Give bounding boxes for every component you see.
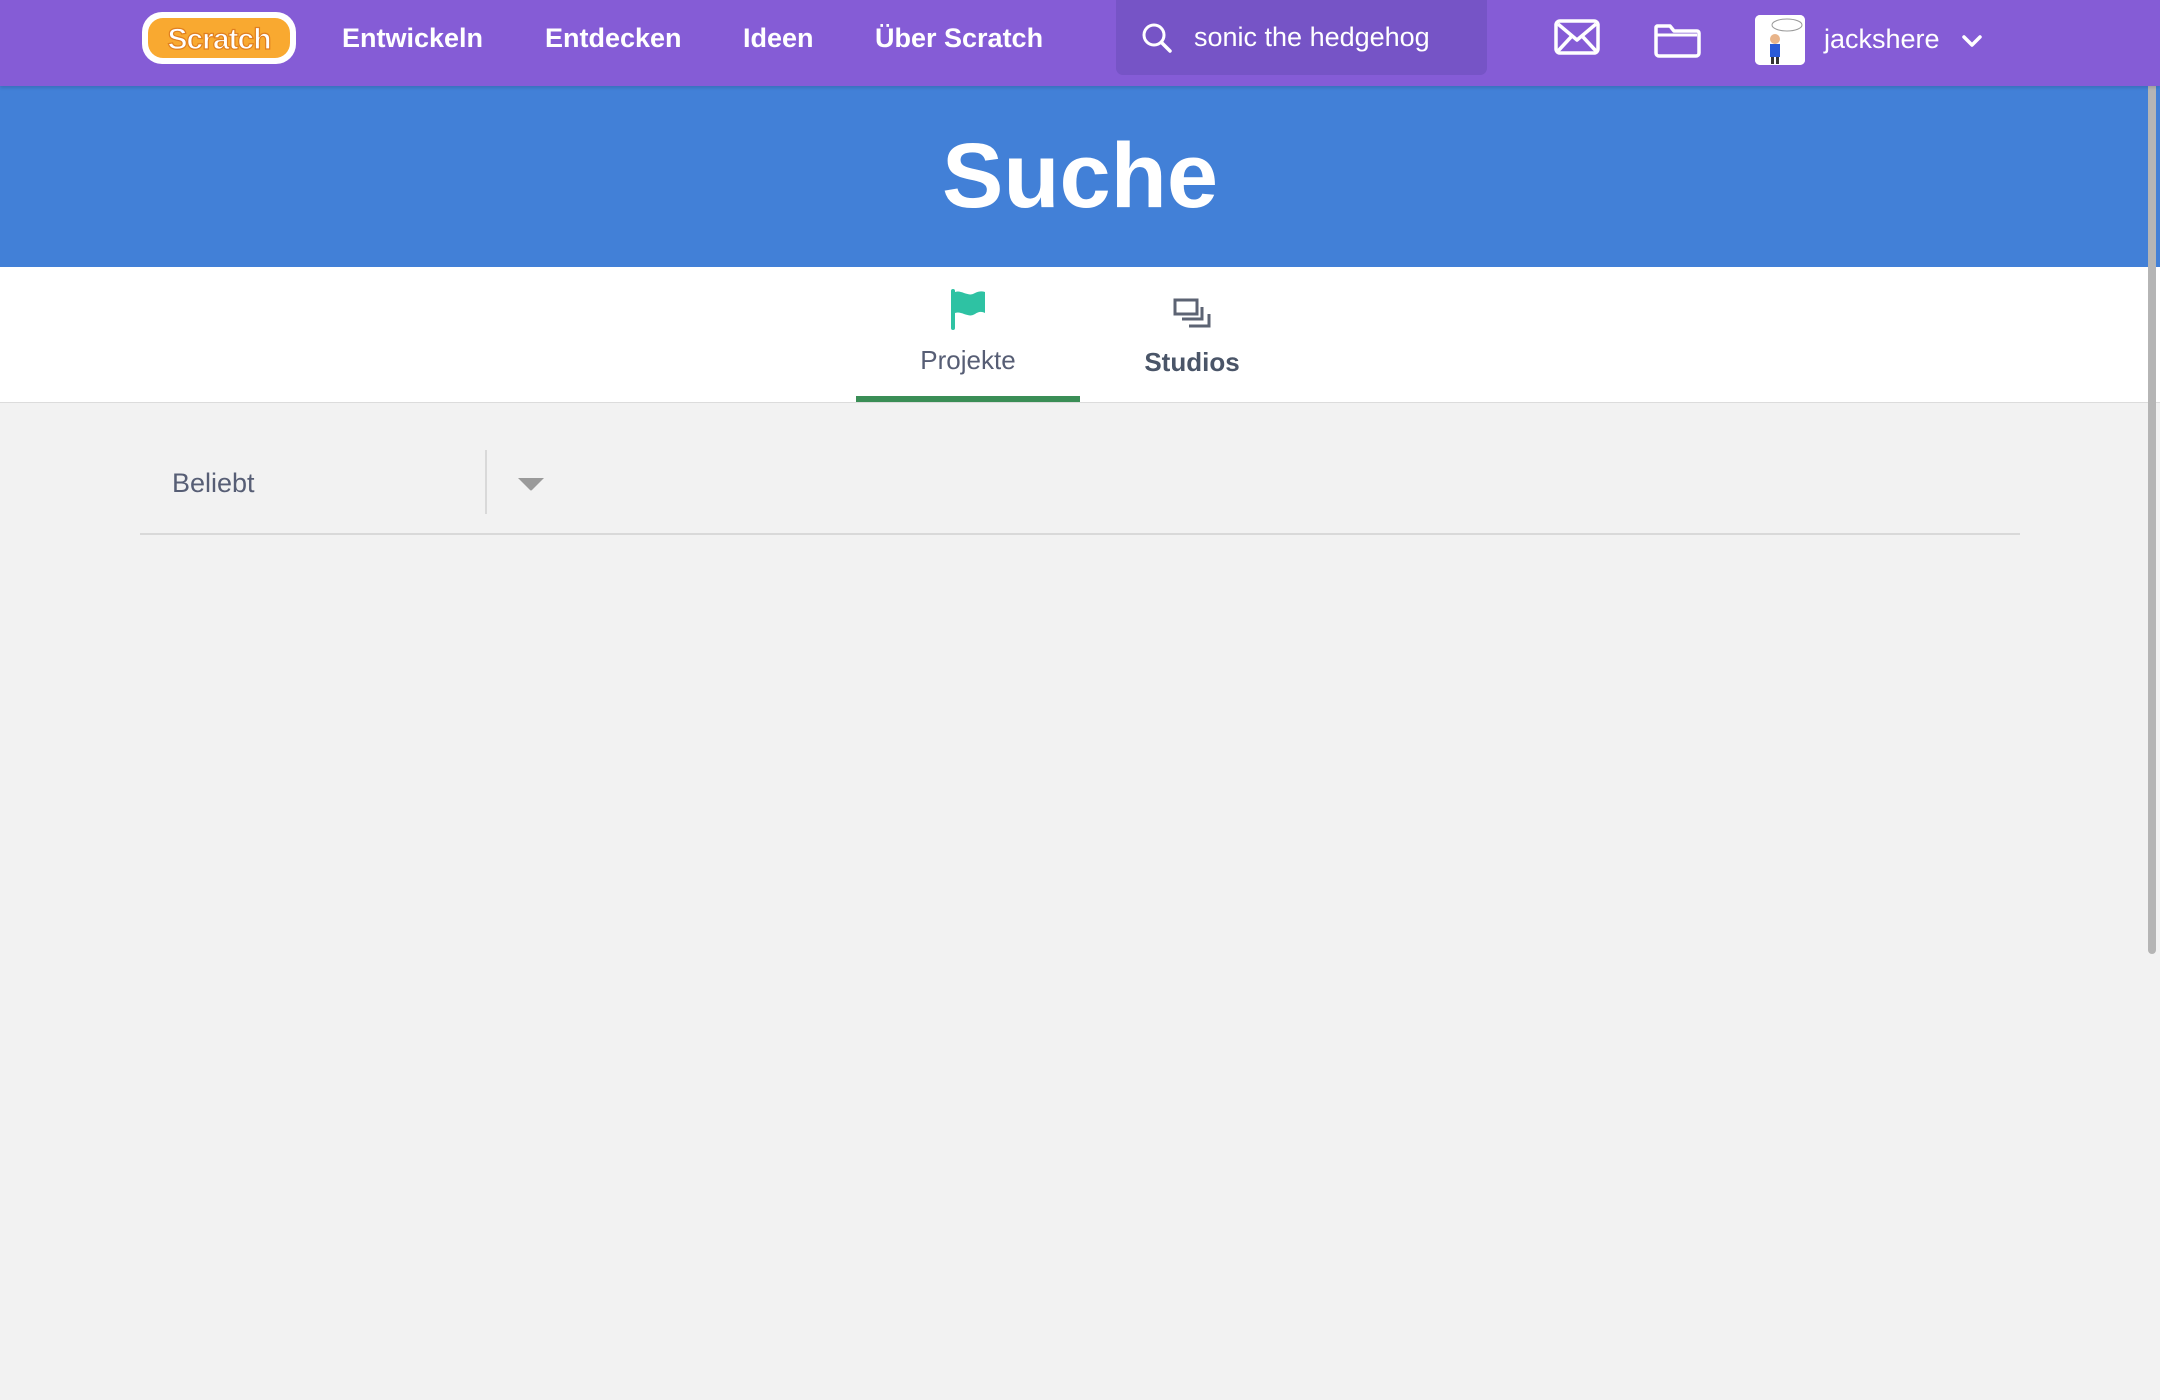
nav-link-explore[interactable]: Entdecken (545, 18, 682, 58)
page-title: Suche (941, 125, 1219, 227)
tab-studios[interactable]: Studios (1080, 267, 1304, 402)
top-navbar: Scratch Entwickeln Entdecken Ideen Über … (0, 0, 2160, 86)
flag-icon (948, 288, 988, 330)
tab-label: Projekte (920, 345, 1016, 375)
nav-link-ideas[interactable]: Ideen (743, 18, 814, 58)
sort-select[interactable]: Beliebt (140, 450, 560, 516)
caret-down-icon[interactable] (516, 476, 546, 492)
avatar[interactable] (1755, 15, 1805, 65)
logo-text: Scratch (167, 23, 270, 56)
search-tabs: Projekte Studios (0, 267, 2160, 403)
sort-row: Beliebt (140, 450, 2020, 535)
tab-label: Studios (1144, 347, 1240, 377)
search-input[interactable] (1194, 16, 1474, 58)
sort-divider (485, 450, 487, 514)
sort-selected-value: Beliebt (172, 468, 255, 498)
envelope-icon[interactable] (1553, 18, 1601, 61)
tab-projects[interactable]: Projekte (856, 267, 1080, 402)
search-icon[interactable] (1140, 21, 1174, 55)
search-banner: Suche (0, 86, 2160, 267)
chevron-down-icon[interactable] (1960, 29, 1984, 53)
nav-link-create[interactable]: Entwickeln (342, 18, 483, 58)
nav-link-about[interactable]: Über Scratch (875, 18, 1043, 58)
search-box (1116, 0, 1487, 75)
username[interactable]: jackshere (1824, 19, 1940, 59)
studios-icon (1172, 297, 1212, 337)
scrollbar-thumb[interactable] (2148, 4, 2156, 954)
active-tab-indicator (856, 396, 1080, 402)
folder-icon[interactable] (1653, 16, 1701, 63)
scratch-logo[interactable]: Scratch (139, 9, 299, 67)
